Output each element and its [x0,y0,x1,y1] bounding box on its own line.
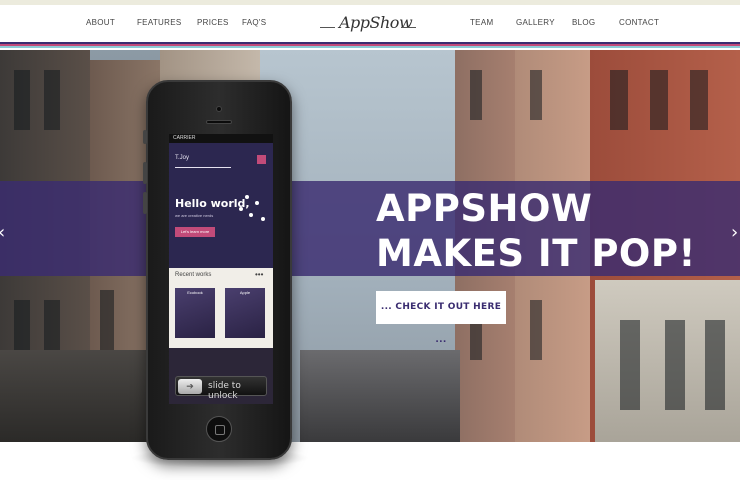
landing-page: ABOUT FEATURES PRICES FAQ'S AppShow TEAM… [0,0,740,480]
app-menu-icon [257,155,266,164]
app-lock-area: ➔ slide to unlock [169,348,273,404]
hero-headline: APPSHOW MAKES IT POP! [376,186,696,276]
nav-team[interactable]: TEAM [470,18,493,27]
map-pin-icon [255,201,259,205]
slider-prev-arrow[interactable]: ‹ [0,222,5,243]
phone-screen: CARRIER T.Joy Hello world, we are creati… [169,134,273,404]
logo-text: AppShow [339,13,413,32]
phone-mockup: CARRIER T.Joy Hello world, we are creati… [143,80,292,460]
headline-line-2: MAKES IT POP! [376,232,696,275]
slider-next-arrow[interactable]: › [731,222,738,243]
nav-about[interactable]: ABOUT [86,18,115,27]
map-pin-icon [249,213,253,217]
slide-to-unlock-label: slide to unlock [208,381,241,401]
app-hello-subtitle: we are creative nerds [175,213,214,218]
map-pin-icon [245,195,249,199]
phone-home-button [206,416,232,442]
logo-rule-right [401,27,416,28]
app-divider [175,167,231,168]
logo[interactable]: AppShow [320,11,416,37]
phone-mute-switch [143,130,147,144]
phone-speaker [206,120,232,124]
header: ABOUT FEATURES PRICES FAQ'S AppShow TEAM… [0,5,740,43]
app-hero: T.Joy Hello world, we are creative nerds… [169,143,273,268]
recent-works-title: Recent works [175,272,212,278]
phone-status-bar: CARRIER [169,134,273,143]
app-recent-works: Recent works ••• Ecobook Apple [169,268,273,348]
arrow-right-icon: ➔ [178,379,202,394]
nav-blog[interactable]: BLOG [572,18,595,27]
work-thumbnail-1: Ecobook [175,288,215,338]
slide-to-unlock: ➔ slide to unlock [175,376,267,401]
nav-prices[interactable]: PRICES [197,18,229,27]
work-thumbnail-2: Apple [225,288,265,338]
hero-slider: APPSHOW MAKES IT POP! ... CHECK IT OUT H… [0,50,740,442]
phone-volume-down [143,192,147,214]
street-far [300,350,460,442]
nav-contact[interactable]: CONTACT [619,18,659,27]
logo-rule-left [320,27,335,28]
headline-line-1: APPSHOW [376,187,593,230]
map-pin-icon [261,217,265,221]
nav-features[interactable]: FEATURES [137,18,181,27]
app-brand: T.Joy [175,155,190,161]
nav-faqs[interactable]: FAQ'S [242,18,266,27]
check-it-out-button[interactable]: ... CHECK IT OUT HERE ... [376,291,506,345]
phone-volume-up [143,162,147,184]
nav-gallery[interactable]: GALLERY [516,18,555,27]
app-learn-button: Let's learn more [175,227,215,237]
more-dots-icon: ••• [255,270,264,279]
phone-camera [216,106,222,112]
header-stripes [0,40,740,50]
map-pin-icon [239,207,243,211]
